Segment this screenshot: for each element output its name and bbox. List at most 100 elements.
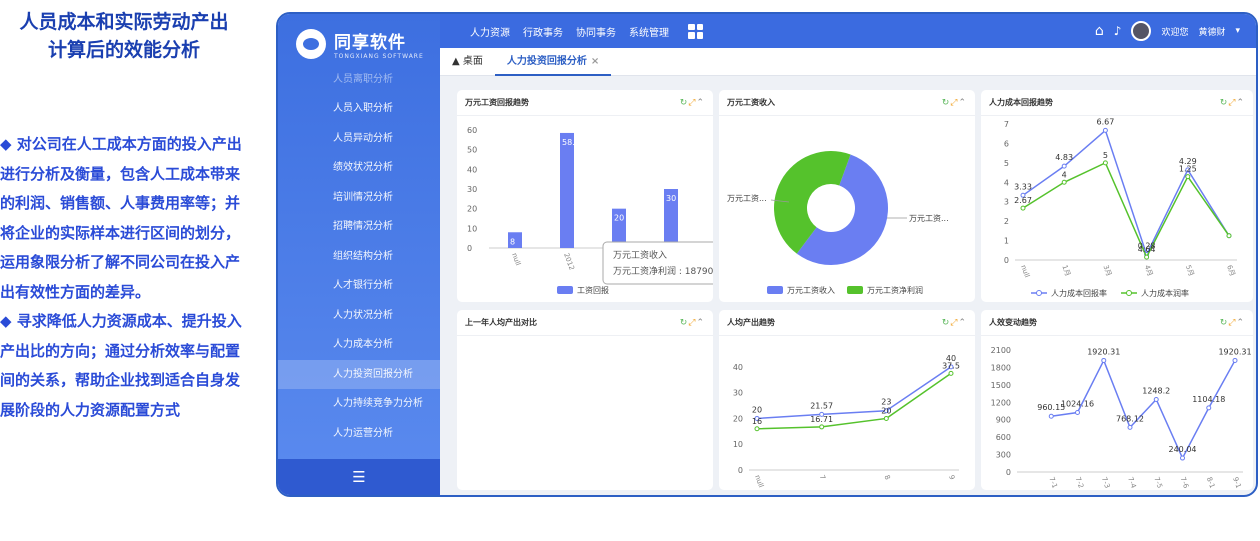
tab-bar: ▲ 桌面 人力投资回报分析 × bbox=[440, 48, 1256, 76]
x-tick-label: 2012 bbox=[562, 252, 576, 271]
data-label: 1104.18 bbox=[1192, 395, 1225, 404]
home-icon[interactable]: ⌂ bbox=[1095, 23, 1104, 39]
x-tick-label: 7-4 bbox=[1126, 476, 1138, 490]
y-tick-label: 600 bbox=[996, 433, 1011, 442]
home-tab-icon: ▲ bbox=[452, 55, 463, 67]
sidebar-item[interactable]: 人力持续竞争力分析 bbox=[278, 389, 440, 419]
sidebar-item[interactable]: 人力运营分析 bbox=[278, 419, 440, 449]
tab-desktop[interactable]: ▲ 桌面 bbox=[440, 48, 495, 76]
y-tick-label: 1500 bbox=[991, 381, 1011, 390]
bar-label: 8 bbox=[510, 237, 515, 246]
apps-grid-icon[interactable] bbox=[688, 23, 703, 39]
data-point bbox=[1180, 455, 1185, 461]
data-label: 1.25 bbox=[1179, 165, 1197, 174]
chevron-up-icon[interactable]: ⌃ bbox=[958, 318, 967, 328]
sidebar-item[interactable]: 人力投资回报分析 bbox=[278, 359, 440, 389]
x-tick-label: 8-1 bbox=[1205, 476, 1216, 489]
data-label: 4 bbox=[1062, 170, 1067, 179]
x-tick-label: 5月 bbox=[1184, 264, 1195, 278]
refresh-icon[interactable]: ↻ bbox=[680, 98, 689, 108]
refresh-icon[interactable]: ↻ bbox=[1220, 98, 1229, 108]
data-label: 2.67 bbox=[1014, 196, 1032, 205]
sidebar-item[interactable]: 组织结构分析 bbox=[278, 242, 440, 272]
bell-icon[interactable]: ♪ bbox=[1114, 24, 1122, 38]
x-tick-label: 6月 bbox=[1225, 264, 1236, 278]
intro-body: ◆ 对公司在人工成本方面的投入产出进行分析及衡量，包含人工成本带来的利润、销售额… bbox=[0, 130, 246, 425]
nav-hr[interactable]: 人力资源 bbox=[470, 24, 510, 39]
y-tick-label: 0 bbox=[738, 466, 743, 475]
close-icon[interactable]: × bbox=[591, 56, 599, 67]
data-label: 23 bbox=[881, 398, 891, 407]
y-tick-label: 60 bbox=[467, 126, 477, 135]
bar bbox=[560, 132, 574, 248]
y-tick-label: 5 bbox=[1004, 159, 1009, 168]
tab-hr-roi-label: 人力投资回报分析 bbox=[506, 55, 587, 67]
chevron-down-icon[interactable]: ▾ bbox=[1235, 26, 1240, 36]
data-point bbox=[1102, 160, 1108, 166]
sidebar-item[interactable]: 人才银行分析 bbox=[278, 271, 440, 301]
sidebar-item[interactable]: 招聘情况分析 bbox=[278, 212, 440, 242]
data-point bbox=[1048, 413, 1054, 419]
logo-name: 同享软件 bbox=[334, 33, 406, 53]
logo: 同享软件 TONGXIANG SOFTWARE bbox=[278, 14, 440, 74]
x-tick-label: 7-3 bbox=[1100, 476, 1111, 489]
x-tick-label: 9 bbox=[947, 474, 956, 481]
y-tick-label: 30 bbox=[733, 389, 743, 398]
nav-admin[interactable]: 行政事务 bbox=[523, 24, 563, 39]
intro-title: 人员成本和实际劳动产出计算后的效能分析 bbox=[19, 11, 229, 61]
legend-label: 人力成本润率 bbox=[1141, 288, 1189, 298]
tab-hr-roi[interactable]: 人力投资回报分析 × bbox=[494, 48, 612, 76]
y-tick-label: 300 bbox=[996, 451, 1011, 460]
chevron-up-icon[interactable]: ⌃ bbox=[696, 318, 705, 328]
user-name[interactable]: 黄德财 bbox=[1198, 25, 1225, 38]
intro-paragraph-1: ◆ 对公司在人工成本方面的投入产出进行分析及衡量，包含人工成本带来的利润、销售额… bbox=[0, 135, 242, 301]
sidebar: 同享软件 TONGXIANG SOFTWARE 人员离职分析 人员入职分析 人员异动… bbox=[278, 14, 440, 495]
data-label: 1248.2 bbox=[1142, 386, 1170, 395]
data-label: 4.83 bbox=[1055, 153, 1073, 162]
nav-collab[interactable]: 协同事务 bbox=[576, 24, 616, 39]
data-point bbox=[883, 415, 889, 421]
chevron-up-icon[interactable]: ⌃ bbox=[958, 98, 967, 108]
card-tools: ↻⤢⌃ bbox=[680, 318, 705, 328]
x-tick-label: 7-2 bbox=[1074, 476, 1085, 489]
card-tools: ↻⤢⌃ bbox=[680, 98, 705, 108]
chevron-up-icon[interactable]: ⌃ bbox=[696, 98, 705, 108]
x-tick-label: 7-6 bbox=[1179, 476, 1191, 490]
refresh-icon[interactable]: ↻ bbox=[942, 98, 951, 108]
card-tools: ↻⤢⌃ bbox=[1220, 318, 1245, 328]
y-tick-label: 1 bbox=[1004, 237, 1009, 246]
intro-panel: 人员成本和实际劳动产出计算后的效能分析 ◆ 对公司在人工成本方面的投入产出进行分… bbox=[0, 0, 248, 541]
legend-swatch bbox=[767, 286, 783, 294]
nav-system[interactable]: 系统管理 bbox=[629, 24, 669, 39]
sidebar-item[interactable]: 培训情况分析 bbox=[278, 183, 440, 213]
x-tick-label: 1月 bbox=[1060, 264, 1071, 278]
y-tick-label: 40 bbox=[467, 165, 477, 174]
data-point bbox=[948, 370, 954, 376]
sidebar-item[interactable]: 绩效状况分析 bbox=[278, 153, 440, 183]
sidebar-item[interactable]: 人力状况分析 bbox=[278, 301, 440, 331]
card-tools: ↻⤢⌃ bbox=[1220, 98, 1245, 108]
y-tick-label: 1800 bbox=[991, 363, 1011, 372]
data-point bbox=[819, 424, 825, 430]
y-tick-label: 3 bbox=[1004, 198, 1009, 207]
refresh-icon[interactable]: ↻ bbox=[1220, 318, 1229, 328]
card-tools: ↻⤢⌃ bbox=[942, 318, 967, 328]
bar-label: 20 bbox=[614, 214, 624, 223]
sidebar-item[interactable]: 人力成本分析 bbox=[278, 330, 440, 360]
y-tick-label: 6 bbox=[1004, 139, 1009, 148]
x-tick-label: 7-1 bbox=[1047, 476, 1058, 489]
refresh-icon[interactable]: ↻ bbox=[942, 318, 951, 328]
series-line bbox=[756, 372, 952, 430]
card-title: 上一年人均产出对比 bbox=[465, 318, 537, 327]
chevron-up-icon[interactable]: ⌃ bbox=[1236, 318, 1245, 328]
sidebar-item[interactable]: 人员异动分析 bbox=[278, 124, 440, 154]
avatar[interactable] bbox=[1131, 21, 1152, 41]
refresh-icon[interactable]: ↻ bbox=[680, 318, 689, 328]
data-point bbox=[1127, 424, 1133, 430]
sidebar-item[interactable]: 人员入职分析 bbox=[278, 94, 440, 124]
chevron-up-icon[interactable]: ⌃ bbox=[1236, 98, 1245, 108]
sidebar-item[interactable]: 人员离职分析 bbox=[278, 75, 440, 94]
collapse-menu-icon[interactable]: ☰ bbox=[278, 459, 440, 495]
card-per-capita-trend: 人均产出趋势 ↻⤢⌃ 0 10 20 30 40 null 7 8 9 20 16 21.57 16.71… bbox=[719, 310, 975, 490]
data-label: 1920.31 bbox=[1218, 347, 1251, 356]
